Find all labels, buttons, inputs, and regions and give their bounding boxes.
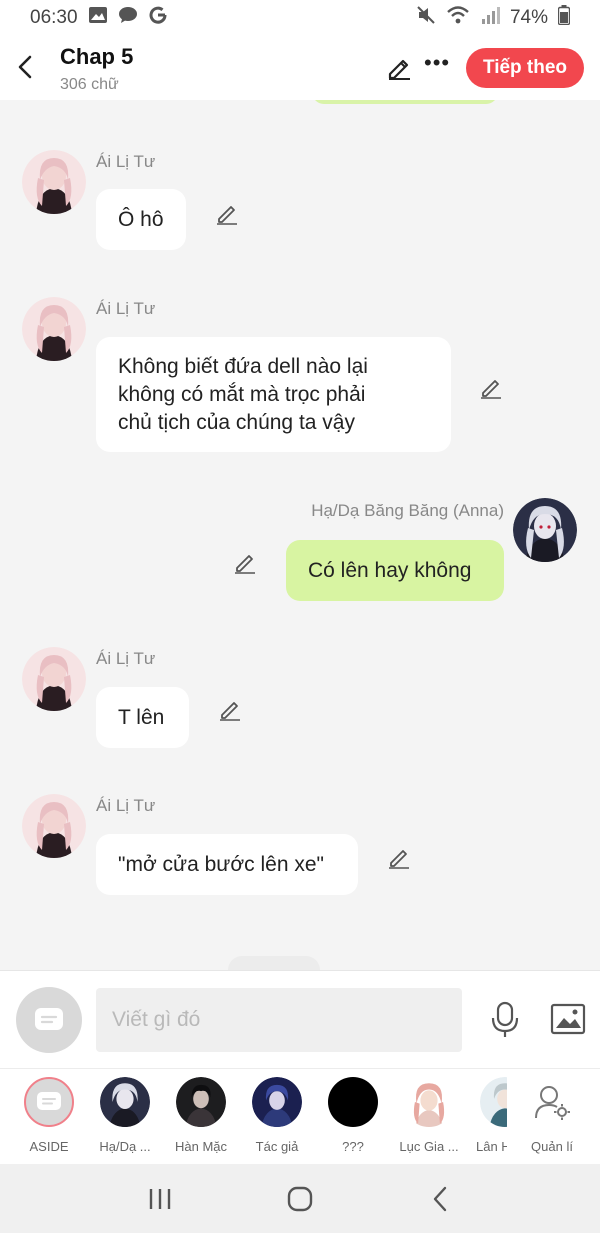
- chat-bubble-icon: [118, 6, 138, 30]
- character-tac-gia[interactable]: Tác giả: [239, 1077, 315, 1154]
- message-line: Không biết đứa dell nào lại: [118, 354, 368, 378]
- avatar[interactable]: [22, 647, 86, 711]
- pencil-icon: [235, 555, 255, 574]
- avatar: [252, 1077, 302, 1127]
- microphone-icon: [491, 1001, 519, 1037]
- character-han-mac[interactable]: Hàn Mặc: [163, 1077, 239, 1154]
- chevron-left-icon: [18, 55, 32, 79]
- manage-user-icon: [527, 1077, 577, 1127]
- avatar: [404, 1077, 454, 1127]
- pencil-icon: [389, 850, 409, 869]
- avatar: [100, 1077, 150, 1127]
- message-text: Không biết đứa dell nào lại không có mắt…: [118, 353, 368, 437]
- message-input[interactable]: [96, 988, 462, 1052]
- character-label: Lục Gia ...: [399, 1139, 459, 1154]
- edit-message-button[interactable]: [478, 374, 504, 400]
- status-time: 06:30: [30, 7, 78, 28]
- character-unknown[interactable]: ???: [315, 1077, 391, 1154]
- character-selector: ASIDE Hạ/Dạ ... Hàn Mặc Tác giả ??? Lục …: [0, 1068, 600, 1164]
- sender-name: Ái Lị Tư: [96, 299, 156, 318]
- signal-icon: [480, 5, 500, 31]
- back-button[interactable]: [10, 50, 40, 84]
- microphone-button[interactable]: [490, 1001, 520, 1044]
- avatar[interactable]: [22, 794, 86, 858]
- chat-area[interactable]: Ái Lị Tư Ô hô Ái Lị Tư Không biết đứa de…: [0, 100, 600, 970]
- pencil-icon: [217, 206, 237, 225]
- pencil-icon: [220, 702, 240, 721]
- sender-name: Ái Lị Tư: [96, 649, 156, 668]
- pencil-icon: [481, 380, 501, 399]
- avatar: [24, 1077, 74, 1127]
- battery-icon: [557, 5, 571, 31]
- character-label: Quản lí: [531, 1139, 573, 1154]
- aside-toggle-button[interactable]: [16, 987, 82, 1053]
- message-line: chủ tịch của chúng ta vậy: [118, 410, 355, 434]
- sender-name: Hạ/Dạ Băng Băng (Anna): [311, 501, 504, 520]
- system-back-button[interactable]: [410, 1174, 470, 1224]
- mute-icon: [416, 5, 436, 31]
- avatar: [480, 1077, 507, 1127]
- character-luc-gia[interactable]: Lục Gia ...: [391, 1077, 467, 1154]
- next-message-bubble: [228, 956, 320, 970]
- sender-name: Ái Lị Tư: [96, 152, 156, 171]
- message-text: Có lên hay không: [308, 558, 472, 582]
- message-bubble[interactable]: "mở cửa bước lên xe": [96, 834, 358, 895]
- message-bubble[interactable]: Ô hô: [96, 189, 186, 250]
- image-icon: [550, 1003, 586, 1035]
- message-text: T lên: [118, 705, 165, 729]
- chapter-header: Chap 5 306 chữ ••• Tiếp theo: [0, 36, 600, 100]
- next-chapter-button[interactable]: Tiếp theo: [466, 48, 584, 88]
- image-upload-button[interactable]: [550, 1003, 586, 1040]
- character-ha-da[interactable]: Hạ/Dạ ...: [87, 1077, 163, 1154]
- page-title: Chap 5: [60, 44, 134, 69]
- pencil-icon: [388, 59, 410, 80]
- avatar[interactable]: [22, 297, 86, 361]
- image-icon: [88, 6, 108, 30]
- google-icon: [148, 5, 168, 31]
- sender-name: Ái Lị Tư: [96, 796, 156, 815]
- previous-message-bubble: [312, 100, 498, 104]
- edit-chapter-button[interactable]: [386, 54, 412, 85]
- character-aside[interactable]: ASIDE: [11, 1077, 87, 1154]
- edit-message-button[interactable]: [217, 696, 243, 722]
- home-icon: [287, 1186, 313, 1211]
- message-icon: [37, 1092, 61, 1110]
- status-bar: 06:30 74%: [0, 0, 600, 36]
- avatar: [328, 1077, 378, 1127]
- edit-message-button[interactable]: [386, 844, 412, 870]
- home-button[interactable]: [270, 1174, 330, 1224]
- message-line: không có mắt mà trọc phải: [118, 382, 366, 406]
- edit-message-button[interactable]: [232, 549, 258, 575]
- recent-apps-icon: [149, 1188, 171, 1209]
- manage-characters-button[interactable]: Quản lí: [514, 1077, 590, 1154]
- character-lan-h[interactable]: Lân H: [467, 1077, 507, 1154]
- avatar: [176, 1077, 226, 1127]
- avatar[interactable]: [513, 498, 577, 562]
- battery-percent: 74%: [509, 7, 548, 28]
- message-icon: [35, 1008, 63, 1030]
- wifi-icon: [446, 5, 470, 31]
- character-label: ???: [342, 1139, 364, 1154]
- message-text: "mở cửa bước lên xe": [118, 852, 324, 876]
- message-text: Ô hô: [118, 207, 164, 231]
- character-label: Hàn Mặc: [174, 1139, 228, 1154]
- character-label: Lân H: [476, 1139, 507, 1154]
- character-label: Tác giả: [255, 1139, 299, 1154]
- character-label: Hạ/Dạ ...: [99, 1139, 151, 1154]
- system-nav-bar: [0, 1164, 600, 1233]
- avatar[interactable]: [22, 150, 86, 214]
- recent-apps-button[interactable]: [130, 1174, 190, 1224]
- chevron-left-icon: [433, 1186, 447, 1211]
- word-count: 306 chữ: [60, 76, 119, 93]
- message-bubble[interactable]: T lên: [96, 687, 189, 748]
- message-composer: [0, 970, 600, 1068]
- more-options-button[interactable]: •••: [424, 50, 450, 76]
- message-bubble[interactable]: Không biết đứa dell nào lại không có mắt…: [96, 337, 451, 452]
- character-label: ASIDE: [29, 1139, 69, 1154]
- edit-message-button[interactable]: [214, 200, 240, 226]
- message-bubble[interactable]: Có lên hay không: [286, 540, 504, 601]
- more-dots-icon: •••: [424, 50, 451, 75]
